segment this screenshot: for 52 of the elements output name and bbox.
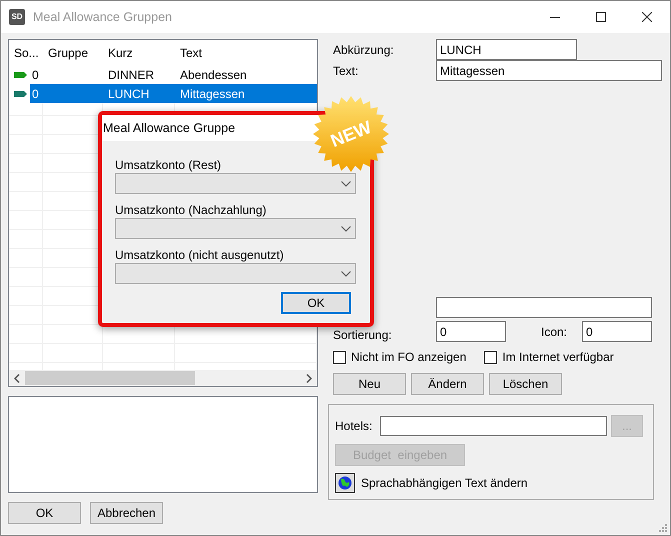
table-cell-text: DINNER (107, 66, 156, 84)
minimize-icon[interactable] (550, 16, 560, 18)
action-button[interactable]: Löschen (489, 373, 562, 395)
field-label: Umsatzkonto (nicht ausgenutzt) (115, 248, 285, 262)
scroll-right-icon[interactable] (306, 374, 312, 382)
field-label: Abkürzung: (333, 42, 395, 58)
column-header[interactable]: Text (175, 44, 317, 62)
text-area[interactable] (8, 396, 318, 493)
input-field[interactable] (380, 416, 607, 436)
ok-button[interactable]: OK (281, 292, 351, 314)
horizontal-scrollbar[interactable] (9, 370, 317, 386)
checkbox[interactable] (484, 350, 498, 364)
close-icon[interactable] (642, 12, 652, 22)
dialog-button[interactable]: OK (8, 502, 81, 524)
table-cell: Mittagessen (175, 84, 317, 103)
action-button[interactable]: Ändern (411, 373, 484, 395)
column-header[interactable]: So... (9, 44, 43, 62)
checkbox-label: Nicht im FO anzeigen (351, 349, 466, 366)
globe-icon[interactable] (335, 473, 355, 493)
window-title: Meal Allowance Gruppen (33, 8, 173, 26)
link-label: Sprachabhängigen Text ändern (361, 475, 528, 492)
table-cell-text: 0 (31, 66, 40, 84)
field-label: Sortierung: (333, 329, 393, 342)
checkbox-label: Im Internet verfügbar (502, 349, 614, 366)
checkbox[interactable] (333, 350, 346, 364)
field-label: Text: (333, 62, 360, 80)
field-label: Umsatzkonto (Rest) (115, 158, 222, 172)
caret-icon[interactable] (341, 226, 351, 232)
field-label: Hotels: (335, 418, 374, 435)
input-field[interactable]: Mittagessen (436, 60, 662, 81)
input-field[interactable]: 0 (582, 321, 652, 342)
input-field[interactable] (436, 297, 652, 318)
table-cell-text: Abendessen (179, 66, 248, 84)
table-row[interactable]: 0 DINNER Abendessen (9, 65, 317, 84)
maximize-icon[interactable] (596, 12, 606, 22)
table-row[interactable]: 0 LUNCH Mittagessen (9, 84, 317, 103)
input-field[interactable]: LUNCH (436, 39, 577, 60)
dialog-button[interactable]: Abbrechen (90, 502, 163, 524)
table-cell: 0 (30, 84, 43, 103)
input-field[interactable]: 0 (436, 321, 506, 342)
caret-icon[interactable] (341, 180, 351, 186)
new-badge: NEW (313, 96, 389, 172)
table-cell: LUNCH (103, 84, 175, 103)
field-label: Icon: (541, 324, 568, 340)
caret-icon[interactable] (341, 270, 351, 276)
resize-grip[interactable] (658, 523, 668, 533)
column-header[interactable]: Gruppe (43, 44, 103, 62)
app-logo: SD (9, 9, 25, 25)
action-button[interactable]: Neu (333, 373, 406, 395)
scroll-left-icon[interactable] (14, 374, 20, 382)
column-header[interactable]: Kurz (103, 44, 175, 62)
field-label: Umsatzkonto (Nachzahlung) (115, 203, 268, 217)
